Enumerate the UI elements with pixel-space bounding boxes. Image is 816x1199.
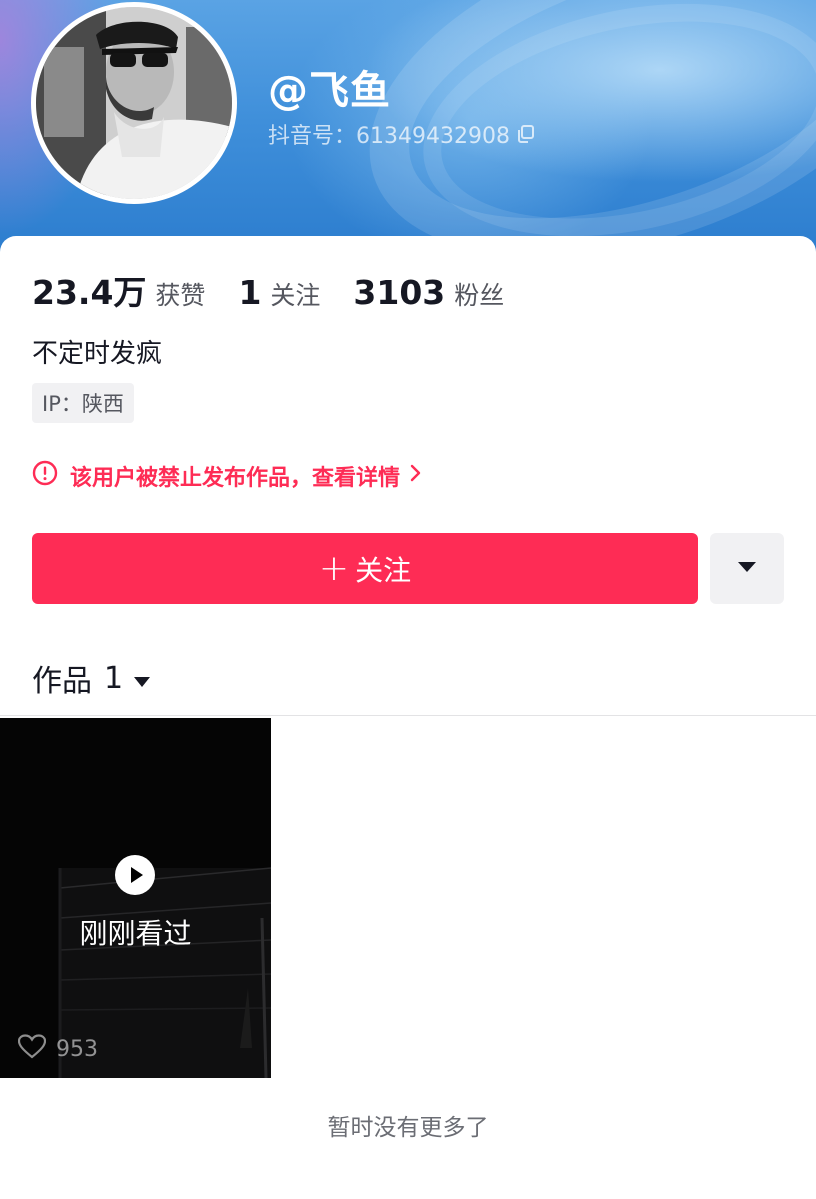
warning-icon <box>32 460 58 492</box>
stat-likes-label: 获赞 <box>155 281 206 310</box>
caret-down-icon <box>737 559 757 578</box>
profile-bio: 不定时发疯 <box>32 339 163 369</box>
ip-location-tag: IP：陕西 <box>32 383 134 423</box>
douyin-id-text: 抖音号：61349432908 <box>268 124 510 149</box>
follow-button-label: 关注 <box>355 553 412 587</box>
video-likes: 953 <box>17 1034 98 1065</box>
video-likes-count: 953 <box>56 1037 98 1062</box>
heart-icon <box>17 1034 47 1065</box>
chevron-right-icon <box>410 463 422 489</box>
tab-works-count: 1 <box>104 660 124 696</box>
more-options-button[interactable] <box>710 533 784 604</box>
stat-following-label: 关注 <box>270 281 321 310</box>
ban-notice-link[interactable]: 该用户被禁止发布作品，查看详情 <box>32 460 422 492</box>
copy-icon[interactable] <box>516 124 536 144</box>
tab-works-label: 作品 <box>32 664 92 699</box>
profile-stats: 23.4万 获赞 1 关注 3103 粉丝 <box>32 266 537 314</box>
plus-icon: + <box>318 547 350 589</box>
divider <box>0 715 816 716</box>
stat-following-value: 1 <box>238 273 262 312</box>
video-thumbnail[interactable]: 刚刚看过 953 <box>0 718 271 1078</box>
stat-followers[interactable]: 3103 粉丝 <box>353 273 504 312</box>
stat-followers-value: 3103 <box>353 273 446 312</box>
stat-followers-label: 粉丝 <box>454 281 505 310</box>
no-more-content-text: 暂时没有更多了 <box>327 1115 489 1141</box>
caret-down-icon <box>133 661 151 696</box>
avatar[interactable] <box>31 2 237 204</box>
douyin-id[interactable]: 抖音号：61349432908 <box>268 118 536 150</box>
ban-notice-text: 该用户被禁止发布作品，查看详情 <box>70 466 401 491</box>
stat-likes-value: 23.4万 <box>32 273 147 312</box>
play-icon <box>115 855 155 899</box>
profile-card: 23.4万 获赞 1 关注 3103 粉丝 不定时发疯 IP：陕西 该用户被禁止… <box>0 236 816 1199</box>
profile-username: @飞鱼 <box>268 68 391 114</box>
stat-likes[interactable]: 23.4万 获赞 <box>32 266 205 314</box>
tab-works[interactable]: 作品 1 <box>32 656 151 700</box>
recently-watched-label: 刚刚看过 <box>79 917 192 950</box>
stat-following[interactable]: 1 关注 <box>238 273 320 312</box>
follow-button[interactable]: + 关注 <box>32 533 698 604</box>
